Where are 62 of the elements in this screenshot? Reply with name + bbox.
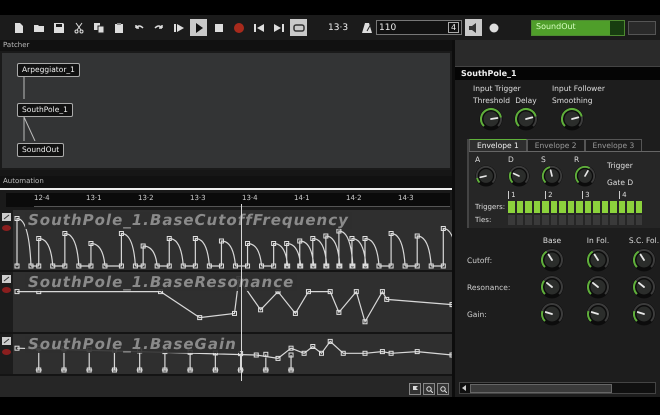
trigger-step[interactable] [602,201,608,213]
paste-icon [112,22,124,34]
trigger-step[interactable] [568,201,574,213]
knob[interactable] [541,165,563,187]
trigger-step[interactable] [636,201,642,213]
knob[interactable] [632,275,656,299]
zoom-out-button[interactable] [437,383,449,395]
trigger-step[interactable] [618,201,626,213]
stop-icon [212,22,224,34]
edit-icon [2,275,11,283]
trigger-step[interactable] [550,201,558,213]
module-title: SouthPole_1 [461,69,517,78]
lane-label: SouthPole_1.BaseGain [25,336,240,353]
new-file-icon [12,22,24,34]
knob[interactable] [574,165,596,187]
magnifier-icon [440,386,446,392]
scissors-icon [72,22,84,34]
skip-back-icon [252,22,264,34]
beats-box[interactable]: 4 [448,22,460,33]
knob[interactable] [514,107,538,131]
circle-icon [488,22,500,34]
copy-icon [92,22,104,34]
knob[interactable] [586,275,610,299]
record-dot-icon [2,225,11,231]
knob[interactable] [586,302,610,326]
trigger-step[interactable] [584,201,592,213]
edit-icon [2,337,11,345]
knob[interactable] [508,165,530,187]
mode-button[interactable] [409,383,421,395]
record-dot-icon [2,287,11,293]
loop-icon [292,22,304,34]
zoom-button[interactable] [423,383,435,395]
scrollbar-thumb[interactable] [470,384,612,392]
knob[interactable] [560,107,584,131]
step-icon [172,22,184,34]
horizontal-scrollbar[interactable] [459,382,656,394]
knob[interactable] [540,302,564,326]
play-button[interactable] [190,19,207,36]
speaker-button[interactable] [465,19,482,36]
knob[interactable] [632,248,656,272]
edit-icon [2,213,11,221]
position-display: 13·3 [328,22,348,32]
knob[interactable] [540,248,564,272]
trigger-step[interactable] [516,201,524,213]
knob[interactable] [632,302,656,326]
flag-icon [412,386,418,392]
meter-drawing [628,20,656,34]
knob[interactable] [479,107,504,131]
knob[interactable] [540,275,564,299]
knob[interactable] [586,248,610,272]
loop-button[interactable] [290,19,307,36]
output-label: SoundOut [536,22,576,30]
search-icon [426,386,432,392]
left-arrow-icon [460,384,468,392]
metronome-icon [361,22,374,34]
record-dot-icon [2,349,11,355]
tempo-field[interactable]: 110 4 [376,20,462,35]
trigger-step[interactable] [534,201,540,213]
save-icon [52,22,64,34]
skip-forward-icon [272,22,284,34]
knob[interactable] [475,165,497,187]
record-icon [232,22,244,34]
